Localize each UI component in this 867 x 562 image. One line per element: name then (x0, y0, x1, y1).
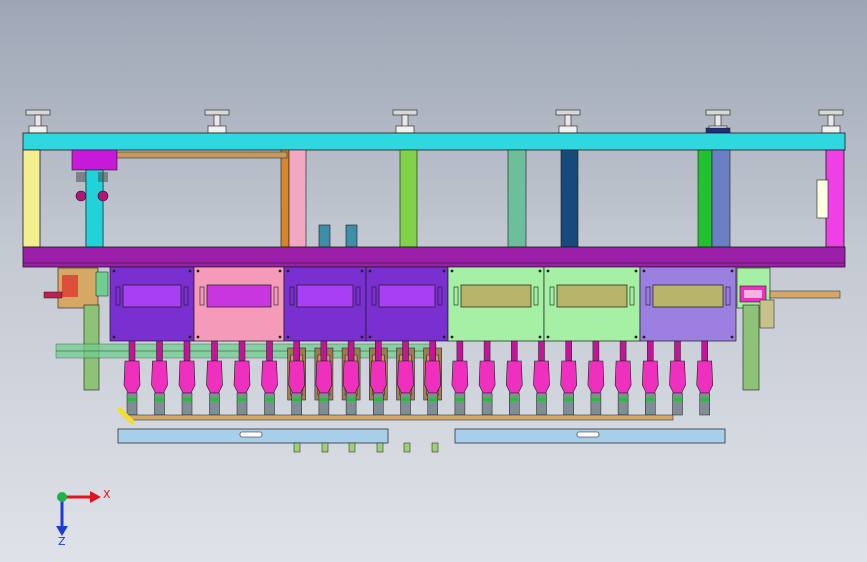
left-frame-post (22, 149, 41, 248)
nozzle (560, 340, 578, 416)
nozzle (478, 340, 496, 416)
nozzle (614, 340, 632, 416)
right-frame-post (825, 149, 845, 248)
mount-feet (25, 109, 844, 134)
stub-fitting (348, 442, 356, 453)
nozzle (669, 340, 686, 416)
base-beam (22, 246, 846, 268)
coordinate-triad: X Z (56, 488, 111, 548)
nozzle (533, 340, 550, 416)
stub-fitting (293, 442, 301, 453)
frame-column (399, 149, 418, 248)
nozzle (368, 340, 388, 416)
stub-fitting (321, 442, 329, 453)
nozzle (314, 340, 334, 416)
lower-pipe (117, 407, 674, 425)
nozzle (341, 340, 361, 416)
frame-column (711, 149, 731, 248)
upper-guide-rail (116, 151, 288, 159)
nozzle (587, 340, 605, 416)
frame-column (560, 149, 579, 248)
nozzle-module (639, 266, 737, 342)
foot-plate (705, 127, 731, 134)
z-axis-label: Z (58, 535, 66, 548)
sensor-blocks (318, 224, 358, 248)
x-axis-label: X (103, 488, 111, 501)
nozzle (451, 340, 469, 416)
nozzle (641, 340, 659, 416)
leveling-foot (818, 109, 844, 134)
leveling-foot (555, 109, 581, 134)
stub-fitting (403, 442, 411, 453)
nozzle-modules (109, 266, 737, 342)
nozzle-module (447, 266, 545, 342)
frame-column (697, 149, 713, 248)
stub-fitting (376, 442, 384, 453)
nozzle (505, 340, 523, 416)
origin-marker (57, 492, 67, 502)
nozzle (696, 340, 714, 416)
frame-columns (85, 149, 731, 248)
frame-column (280, 149, 290, 248)
left-side-assembly (43, 267, 109, 391)
frame-column (288, 149, 307, 248)
leveling-foot (25, 109, 51, 134)
right-side-bracket (816, 179, 829, 219)
stub-fitting (431, 442, 439, 453)
bottom-stub-fittings (293, 442, 439, 453)
left-cylinder-assembly (71, 149, 118, 248)
nozzle-module (283, 266, 367, 342)
nozzle (287, 340, 307, 416)
bottom-rails (117, 428, 726, 444)
top-frame-beam (22, 132, 846, 151)
nozzle (423, 340, 443, 416)
nozzle-module (543, 266, 641, 342)
nozzle (396, 340, 415, 416)
cad-assembly-view: X Z (22, 109, 846, 548)
right-side-assembly (736, 267, 841, 391)
nozzle-module (365, 266, 449, 342)
nozzle-module (109, 266, 195, 342)
nozzle-module (193, 266, 285, 342)
leveling-foot (204, 109, 230, 134)
bottom-rail (117, 428, 389, 444)
bottom-rail (454, 428, 726, 444)
frame-column (507, 149, 527, 248)
leveling-foot (392, 109, 418, 134)
x-axis-arrowhead (90, 491, 101, 503)
